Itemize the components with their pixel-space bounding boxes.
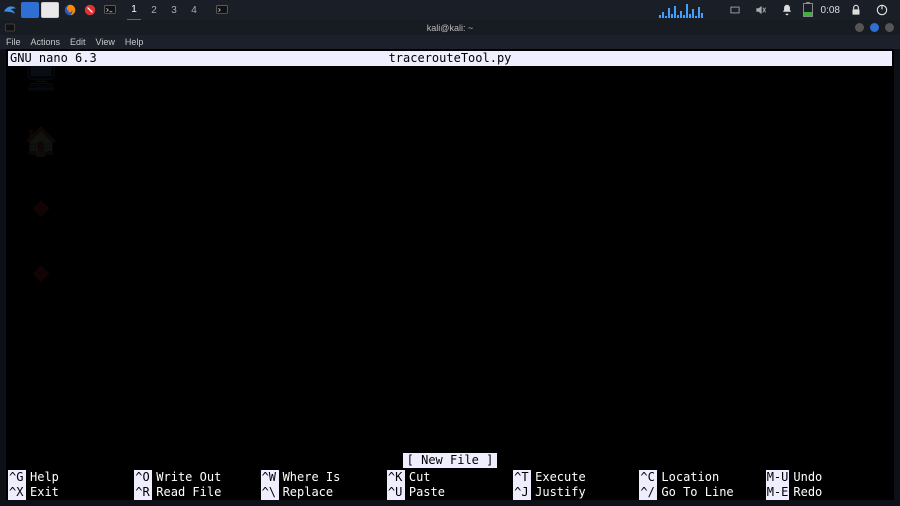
- menu-edit[interactable]: Edit: [70, 37, 86, 47]
- nano-status-text: [ New File ]: [403, 453, 498, 468]
- shortcut-key: M-U: [766, 470, 790, 485]
- nano-shortcut: ^R Read File: [134, 485, 260, 500]
- minimize-button[interactable]: [855, 23, 864, 32]
- shortcut-label: Read File: [156, 485, 221, 500]
- nano-shortcut: ^/ Go To Line: [639, 485, 765, 500]
- notifications-icon[interactable]: [777, 0, 797, 20]
- shortcut-key: ^/: [639, 485, 657, 500]
- shortcut-key: ^G: [8, 470, 26, 485]
- nano-shortcut: ^J Justify: [513, 485, 639, 500]
- clock[interactable]: 0:08: [821, 5, 840, 16]
- shortcut-key: M-E: [766, 485, 790, 500]
- nano-shortcut: ^T Execute: [513, 470, 639, 485]
- nano-status-line: [ New File ]: [6, 453, 894, 468]
- desktop-panel: 1 2 3 4 0:08: [0, 0, 900, 20]
- battery-icon[interactable]: [803, 3, 813, 17]
- nano-shortcut: ^\ Replace: [261, 485, 387, 500]
- menu-file[interactable]: File: [6, 37, 21, 47]
- shortcut-label: Execute: [535, 470, 586, 485]
- taskbar-button[interactable]: [21, 2, 39, 18]
- window-title: kali@kali: ~: [427, 23, 473, 33]
- firefox-icon[interactable]: [60, 0, 80, 20]
- menu-view[interactable]: View: [96, 37, 115, 47]
- nano-shortcut: ^U Paste: [387, 485, 513, 500]
- shortcut-label: Redo: [793, 485, 822, 500]
- power-icon[interactable]: [872, 0, 892, 20]
- nano-shortcut-row-2: ^X Exit ^R Read File ^\ Replace ^U Paste ^J Justi…: [8, 485, 892, 500]
- workspace-1[interactable]: 1: [127, 0, 141, 20]
- kali-dragon-icon: [2, 2, 18, 18]
- shortcut-key: ^C: [639, 470, 657, 485]
- titlebar[interactable]: kali@kali: ~: [0, 20, 900, 35]
- shortcut-key: ^X: [8, 485, 26, 500]
- shortcut-label: Write Out: [156, 470, 221, 485]
- app-launcher[interactable]: [0, 0, 20, 20]
- volume-muted-icon[interactable]: [751, 0, 771, 20]
- terminal-window: kali@kali: ~ File Actions Edit View Help…: [0, 20, 900, 506]
- shortcut-key: ^U: [387, 485, 405, 500]
- shortcut-label: Cut: [409, 470, 431, 485]
- active-window-terminal-icon[interactable]: [212, 0, 232, 20]
- nano-shortcut-row-1: ^G Help ^O Write Out ^W Where Is ^K Cut ^T Execut…: [8, 470, 892, 485]
- maximize-button[interactable]: [870, 23, 879, 32]
- shortcut-label: Exit: [30, 485, 59, 500]
- shortcut-key: ^\: [261, 485, 279, 500]
- menubar: File Actions Edit View Help: [0, 35, 900, 49]
- shortcut-label: Paste: [409, 485, 445, 500]
- terminal-icon[interactable]: [100, 0, 120, 20]
- system-monitor-graph[interactable]: [659, 2, 719, 18]
- nano-editor-body[interactable]: [8, 66, 892, 452]
- nano-shortcut: ^G Help: [8, 470, 134, 485]
- nano-shortcut-bar: ^G Help ^O Write Out ^W Where Is ^K Cut ^T Execut…: [8, 470, 892, 500]
- lock-icon[interactable]: [846, 0, 866, 20]
- nano-shortcut: M-UUndo: [766, 470, 892, 485]
- nano-shortcut: ^W Where Is: [261, 470, 387, 485]
- noscript-icon[interactable]: [80, 0, 100, 20]
- nano-shortcut: ^X Exit: [8, 485, 134, 500]
- nano-shortcut: M-ERedo: [766, 485, 892, 500]
- window-terminal-icon: [4, 22, 16, 34]
- terminal-viewport[interactable]: 🖥 🏠 ◆ ◆ GNU nano 6.3 tracerouteTool.py […: [6, 49, 894, 500]
- shortcut-key: ^T: [513, 470, 531, 485]
- nano-header: GNU nano 6.3 tracerouteTool.py: [8, 51, 892, 66]
- nano-shortcut: ^K Cut: [387, 470, 513, 485]
- shortcut-key: ^K: [387, 470, 405, 485]
- nano-shortcut: ^C Location: [639, 470, 765, 485]
- shortcut-key: ^J: [513, 485, 531, 500]
- workspace-2[interactable]: 2: [147, 0, 161, 20]
- shortcut-key: ^R: [134, 485, 152, 500]
- shortcut-label: Go To Line: [661, 485, 733, 500]
- shortcut-label: Undo: [793, 470, 822, 485]
- nano-file-name: tracerouteTool.py: [389, 51, 512, 66]
- shortcut-label: Help: [30, 470, 59, 485]
- shortcut-label: Justify: [535, 485, 586, 500]
- nano-shortcut: ^O Write Out: [134, 470, 260, 485]
- shortcut-label: Where Is: [283, 470, 341, 485]
- shortcut-label: Replace: [283, 485, 334, 500]
- workspace-4[interactable]: 4: [187, 0, 201, 20]
- taskbar-button-files[interactable]: [41, 2, 59, 18]
- shortcut-key: ^O: [134, 470, 152, 485]
- tray-box-icon[interactable]: [725, 0, 745, 20]
- shortcut-key: ^W: [261, 470, 279, 485]
- menu-help[interactable]: Help: [125, 37, 144, 47]
- menu-actions[interactable]: Actions: [31, 37, 61, 47]
- close-button[interactable]: [885, 23, 894, 32]
- shortcut-label: Location: [661, 470, 719, 485]
- workspace-3[interactable]: 3: [167, 0, 181, 20]
